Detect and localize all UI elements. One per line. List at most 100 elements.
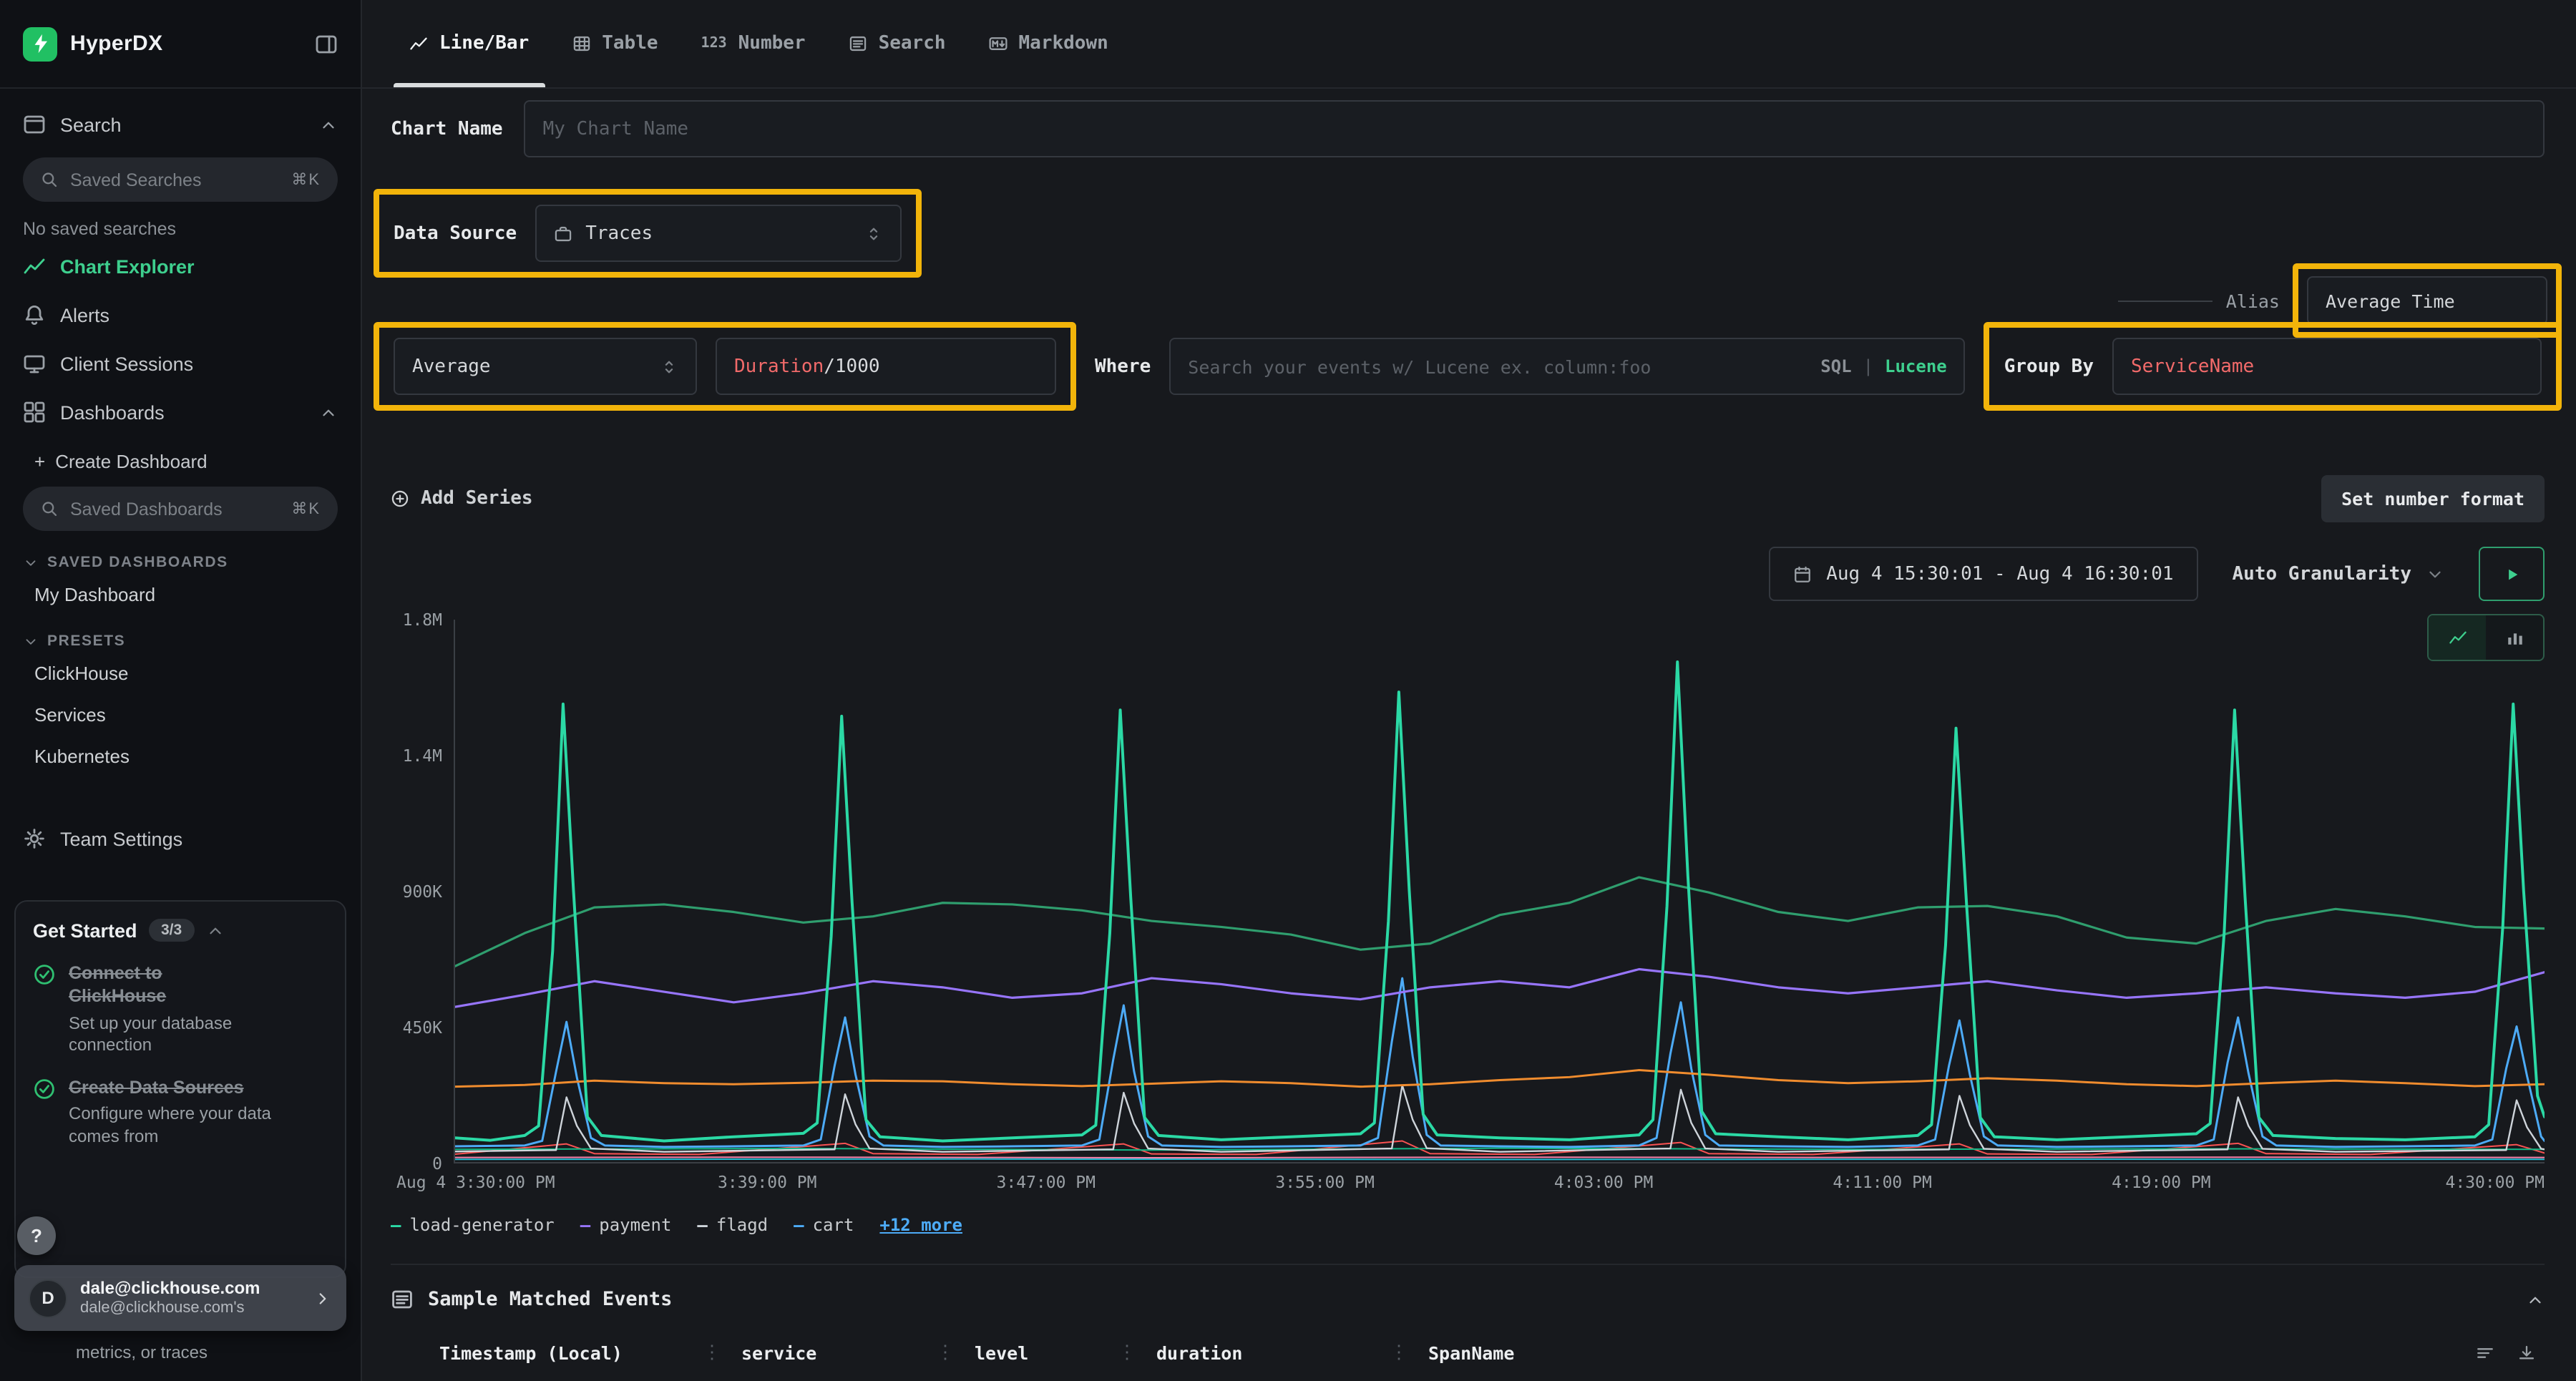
chevron-up-icon [319, 115, 338, 134]
line-view-button[interactable] [2429, 615, 2486, 660]
chart-card: Aug 4 15:30:01 - Aug 4 16:30:01 Auto Gra… [391, 545, 2545, 1235]
user-email: dale@clickhouse.com [80, 1278, 301, 1299]
caret-updown-icon [864, 224, 883, 243]
column-service[interactable]: ⋮service [703, 1342, 936, 1364]
sidebar-item-my-dashboard[interactable]: My Dashboard [0, 574, 361, 615]
aggregation-select[interactable]: Average [394, 338, 697, 395]
table-options-icon[interactable] [2476, 1344, 2494, 1362]
chart-legend: —load-generator —payment —flagd —cart +12 m… [391, 1215, 2545, 1235]
group-by-input[interactable]: ServiceName [2112, 338, 2542, 395]
aggregation-highlight: Average Duration/1000 [374, 322, 1076, 411]
sidebar-item-kubernetes[interactable]: Kubernetes [0, 736, 361, 777]
sidebar-item-alerts[interactable]: Alerts [0, 291, 361, 339]
sidebar-section-search[interactable]: Search [0, 100, 361, 149]
search-section-label: Search [60, 114, 305, 135]
column-level[interactable]: ⋮level [936, 1342, 1118, 1364]
sample-events-section: Sample Matched Events Timestamp (Local) … [391, 1264, 2545, 1364]
chart-plot-area[interactable] [454, 620, 2545, 1163]
run-query-button[interactable] [2479, 547, 2545, 601]
where-label: Where [1095, 356, 1151, 377]
column-grip-icon[interactable]: ⋮ [1118, 1342, 1136, 1364]
chevron-up-icon[interactable] [206, 921, 225, 940]
get-started-cutoff-text: metrics, or traces [76, 1342, 208, 1362]
calendar-icon [1793, 565, 1812, 583]
saved-searches-placeholder: Saved Searches [70, 170, 280, 190]
download-icon[interactable] [2517, 1344, 2536, 1362]
lucene-mode-toggle[interactable]: Lucene [1885, 356, 1947, 376]
aggregation-value: Average [412, 356, 491, 377]
chevron-right-icon [313, 1289, 332, 1307]
sidebar-item-services[interactable]: Services [0, 694, 361, 736]
search-section-icon [23, 113, 46, 136]
saved-dashboards-group[interactable]: SAVED DASHBOARDS [0, 537, 361, 574]
create-dashboard-button[interactable]: + Create Dashboard [0, 436, 361, 478]
get-started-item-connect[interactable]: Connect to ClickHouse Set up your databa… [33, 962, 328, 1056]
alias-input[interactable]: Average Time [2307, 276, 2547, 325]
tab-table[interactable]: Table [550, 0, 679, 87]
tab-label: Search [879, 33, 946, 54]
collapse-sidebar-icon[interactable] [315, 32, 338, 55]
tab-number[interactable]: 123 Number [680, 0, 827, 87]
add-series-label: Add Series [421, 488, 533, 509]
events-list-icon [391, 1288, 414, 1311]
data-source-value: Traces [585, 223, 653, 244]
legend-item[interactable]: —payment [580, 1215, 672, 1235]
column-spanname[interactable]: ⋮SpanName [1390, 1342, 2476, 1364]
briefcase-icon [554, 224, 572, 243]
chevron-up-icon[interactable] [2526, 1290, 2545, 1309]
sql-mode-toggle[interactable]: SQL [1820, 356, 1851, 376]
legend-more-link[interactable]: +12 more [879, 1215, 962, 1235]
search-icon [40, 170, 59, 189]
alias-value: Average Time [2326, 290, 2455, 311]
sidebar-item-clickhouse[interactable]: ClickHouse [0, 653, 361, 694]
bar-view-button[interactable] [2486, 615, 2543, 660]
user-menu[interactable]: D dale@clickhouse.com dale@clickhouse.co… [14, 1265, 346, 1331]
chart-name-input[interactable]: My Chart Name [525, 100, 2545, 157]
help-button[interactable]: ? [17, 1216, 56, 1255]
get-started-item-datasources[interactable]: Create Data Sources Configure where your… [33, 1076, 328, 1148]
column-grip-icon[interactable]: ⋮ [1390, 1342, 1408, 1364]
sidebar-item-client-sessions[interactable]: Client Sessions [0, 339, 361, 388]
saved-searches-input[interactable]: Saved Searches ⌘K [23, 157, 338, 202]
tab-search[interactable]: Search [827, 0, 967, 87]
no-saved-searches-text: No saved searches [0, 208, 361, 242]
shortcut-badge: ⌘K [291, 499, 321, 518]
chart-explorer-label: Chart Explorer [60, 255, 338, 277]
chart-type-tabbar: Line/Bar Table 123 Number Search Markdow… [362, 0, 2576, 89]
field-expression-input[interactable]: Duration/1000 [716, 338, 1056, 395]
tab-line-bar[interactable]: Line/Bar [388, 0, 550, 87]
sidebar-section-dashboards[interactable]: Dashboards [0, 388, 361, 436]
column-timestamp[interactable]: Timestamp (Local) [411, 1342, 703, 1364]
avatar: D [29, 1279, 67, 1317]
column-duration[interactable]: ⋮duration [1118, 1342, 1390, 1364]
legend-item[interactable]: —flagd [697, 1215, 768, 1235]
add-series-button[interactable]: Add Series [391, 488, 533, 509]
legend-item[interactable]: —load-generator [391, 1215, 555, 1235]
legend-items: —load-generator —payment —flagd —cart [391, 1215, 854, 1235]
saved-dashboards-input[interactable]: Saved Dashboards ⌘K [23, 487, 338, 531]
client-sessions-label: Client Sessions [60, 353, 338, 374]
sidebar-item-chart-explorer[interactable]: Chart Explorer [0, 242, 361, 291]
set-number-format-button[interactable]: Set number format [2321, 475, 2545, 522]
column-grip-icon[interactable]: ⋮ [703, 1342, 721, 1364]
chart-name-placeholder: My Chart Name [543, 118, 689, 140]
granularity-select[interactable]: Auto Granularity [2224, 563, 2453, 585]
date-range-picker[interactable]: Aug 4 15:30:01 - Aug 4 16:30:01 [1769, 547, 2197, 601]
presets-header: PRESETS [47, 633, 125, 650]
column-grip-icon[interactable]: ⋮ [936, 1342, 955, 1364]
sidebar-header: HyperDX [0, 0, 361, 89]
data-source-select[interactable]: Traces [535, 205, 902, 262]
sidebar-item-team-settings[interactable]: Team Settings [0, 814, 361, 863]
dashboards-icon [23, 401, 46, 424]
user-team: dale@clickhouse.com's [80, 1299, 301, 1318]
line-chart-icon [2448, 628, 2467, 647]
tab-label: Markdown [1019, 33, 1108, 54]
shortcut-badge: ⌘K [291, 170, 321, 189]
gear-icon [23, 827, 46, 850]
plus-circle-icon [391, 489, 409, 508]
chevron-down-icon [2426, 565, 2444, 583]
sample-events-header[interactable]: Sample Matched Events [391, 1288, 2545, 1311]
tab-markdown[interactable]: Markdown [967, 0, 1130, 87]
presets-group[interactable]: PRESETS [0, 615, 361, 653]
legend-item[interactable]: —cart [794, 1215, 854, 1235]
